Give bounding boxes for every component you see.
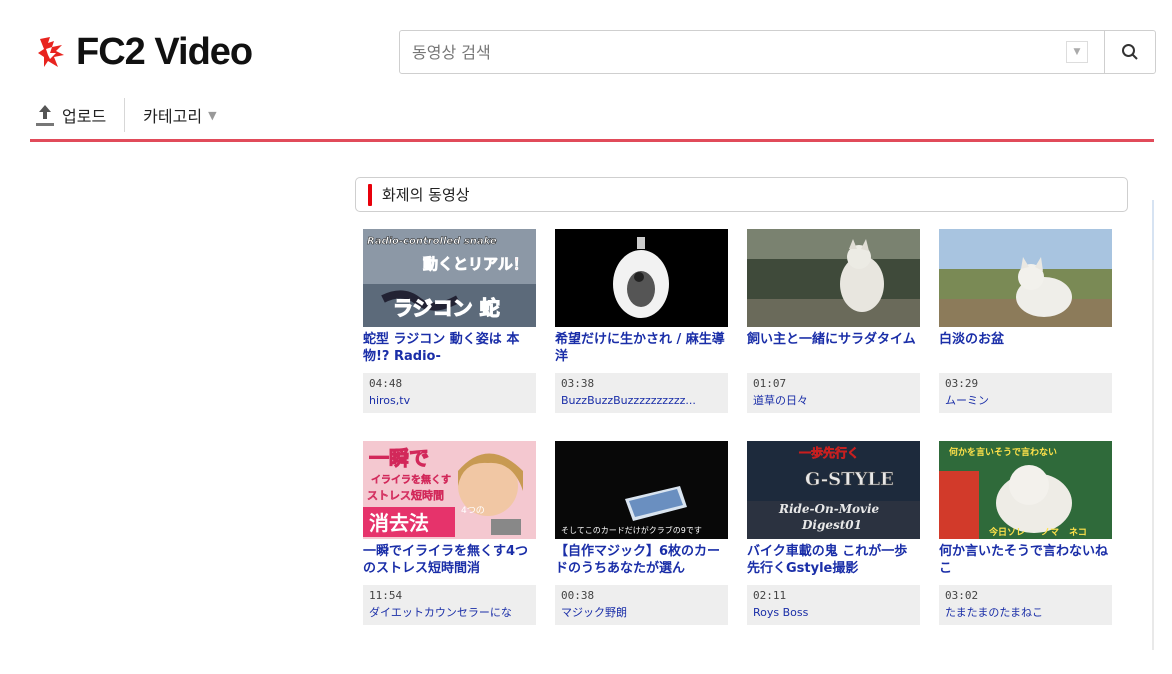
thumb-text: ネコ xyxy=(1069,527,1087,538)
video-duration: 00:38 xyxy=(561,589,595,602)
upload-link[interactable]: 업로드 xyxy=(36,98,126,132)
video-duration: 11:54 xyxy=(369,589,403,602)
video-thumbnail[interactable]: そしてこのカードだけがクラブの9です xyxy=(555,441,728,539)
thumb-text: 今日ソレ xyxy=(988,526,1025,538)
video-title[interactable]: 蛇型 ラジコン 動く姿は 本物!? Radio- xyxy=(363,331,536,367)
thumb-text: G-STYLE xyxy=(805,469,894,490)
video-title[interactable]: 何か言いたそうで言わないねこ xyxy=(939,543,1112,579)
video-title[interactable]: 希望だけに生かされ / 麻生導洋 xyxy=(555,331,728,367)
video-user[interactable]: hiros,tv xyxy=(369,392,530,409)
video-duration: 03:38 xyxy=(561,377,595,390)
video-meta: 04:48 hiros,tv xyxy=(363,373,536,413)
video-meta: 03:38 BuzzBuzzBuzzzzzzzzzz... xyxy=(555,373,728,413)
video-user[interactable]: 道草の日々 xyxy=(753,392,914,409)
thumb-text: イライラを無くす xyxy=(371,473,451,486)
video-title[interactable]: バイク車載の鬼 これが一歩先行くGstyle撮影 xyxy=(747,543,920,579)
video-user[interactable]: ダイエットカウンセラーにな xyxy=(369,604,530,621)
video-card: 飼い主と一緒にサラダタイム 01:07 道草の日々 xyxy=(747,229,920,413)
category-label: 카테고리 xyxy=(143,107,203,126)
video-title[interactable]: 一瞬でイライラを無くす4つのストレス短時間消 xyxy=(363,543,536,579)
video-duration: 03:29 xyxy=(945,377,979,390)
video-card: 何かを言いそうで言わない 今日ソレ ノマ ネコ 何か言いたそうで言わないねこ 0… xyxy=(939,441,1112,625)
video-meta: 03:02 たまたまのたまねこ xyxy=(939,585,1112,625)
section-marker xyxy=(368,183,372,206)
video-thumbnail[interactable]: 何かを言いそうで言わない 今日ソレ ノマ ネコ xyxy=(939,441,1112,539)
upload-label: 업로드 xyxy=(62,107,107,126)
video-meta: 03:29 ムーミン xyxy=(939,373,1112,413)
thumb-text: 消去法 xyxy=(369,511,429,535)
video-title[interactable]: 白淡のお盆 xyxy=(939,331,1112,367)
scroll-edge-highlight xyxy=(1152,200,1154,260)
thumb-text: Ride-On-Movie xyxy=(778,502,880,516)
section-header: 화제의 동영상 xyxy=(355,177,1128,212)
header-divider xyxy=(30,139,1154,142)
video-card: 一瞬で イライラを無くす ストレス短時間 消去法 4つの 一瞬でイライラを無くす… xyxy=(363,441,536,625)
video-thumbnail[interactable] xyxy=(555,229,728,327)
thumb-text: ノマ xyxy=(1041,527,1059,538)
search-input[interactable] xyxy=(400,31,1066,73)
category-menu[interactable]: 카테고리 ▼ xyxy=(125,103,216,127)
video-thumbnail[interactable]: 一歩先行く G-STYLE Ride-On-Movie Digest01 xyxy=(747,441,920,539)
upload-icon xyxy=(36,105,54,126)
video-duration: 01:07 xyxy=(753,377,787,390)
scroll-edge xyxy=(1152,200,1154,650)
thumb-text: ラジコン 蛇 xyxy=(393,296,500,320)
video-meta: 01:07 道草の日々 xyxy=(747,373,920,413)
thumb-text: Radio-controlled snake xyxy=(367,236,497,247)
search-dropdown[interactable]: ▼ xyxy=(1066,41,1088,63)
video-card: Radio-controlled snake 動くとリアル！ ラジコン 蛇 蛇型… xyxy=(363,229,536,413)
top-nav: 업로드 카테고리 ▼ xyxy=(36,98,217,132)
thumb-text: そしてこのカードだけがクラブの9です xyxy=(561,525,702,535)
site-logo[interactable]: FC2 Video xyxy=(36,30,253,74)
video-user[interactable]: Roys Boss xyxy=(753,604,914,621)
video-card: 希望だけに生かされ / 麻生導洋 03:38 BuzzBuzzBuzzzzzzz… xyxy=(555,229,728,413)
thumb-text: 何かを言いそうで言わない xyxy=(949,446,1057,458)
video-thumbnail[interactable] xyxy=(939,229,1112,327)
video-thumbnail[interactable] xyxy=(747,229,920,327)
thumb-text: 一歩先行く xyxy=(799,445,859,460)
video-meta: 11:54 ダイエットカウンセラーにな xyxy=(363,585,536,625)
video-duration: 03:02 xyxy=(945,589,979,602)
video-thumbnail[interactable]: 一瞬で イライラを無くす ストレス短時間 消去法 4つの xyxy=(363,441,536,539)
thumb-text: Digest01 xyxy=(801,518,862,532)
chevron-down-icon: ▼ xyxy=(208,108,217,122)
video-user[interactable]: ムーミン xyxy=(945,392,1106,409)
video-title[interactable]: 飼い主と一緒にサラダタイム xyxy=(747,331,920,367)
video-meta: 02:11 Roys Boss xyxy=(747,585,920,625)
thumb-text: 一瞬で xyxy=(369,446,429,470)
video-user[interactable]: マジック野朗 xyxy=(561,604,722,621)
video-card: 一歩先行く G-STYLE Ride-On-Movie Digest01 バイク… xyxy=(747,441,920,625)
thumb-text: 動くとリアル！ xyxy=(423,255,528,273)
thumb-text: ストレス短時間 xyxy=(367,488,444,502)
unicorn-logo-icon xyxy=(38,37,64,67)
video-title[interactable]: 【自作マジック】6枚のカードのうちあなたが選ん xyxy=(555,543,728,579)
logo-text: FC2 Video xyxy=(76,31,253,73)
video-duration: 02:11 xyxy=(753,589,787,602)
video-user[interactable]: たまたまのたまねこ xyxy=(945,604,1106,621)
video-card: 白淡のお盆 03:29 ムーミン xyxy=(939,229,1112,413)
search-bar: ▼ xyxy=(399,30,1156,74)
video-duration: 04:48 xyxy=(369,377,403,390)
video-thumbnail[interactable]: Radio-controlled snake 動くとリアル！ ラジコン 蛇 xyxy=(363,229,536,327)
thumb-text: 4つの xyxy=(461,506,485,516)
search-icon xyxy=(1122,44,1138,60)
video-meta: 00:38 マジック野朗 xyxy=(555,585,728,625)
video-user[interactable]: BuzzBuzzBuzzzzzzzzzz... xyxy=(561,392,722,409)
search-button[interactable] xyxy=(1104,31,1155,73)
video-card: そしてこのカードだけがクラブの9です 【自作マジック】6枚のカードのうちあなたが… xyxy=(555,441,728,625)
section-title: 화제의 동영상 xyxy=(382,186,470,204)
